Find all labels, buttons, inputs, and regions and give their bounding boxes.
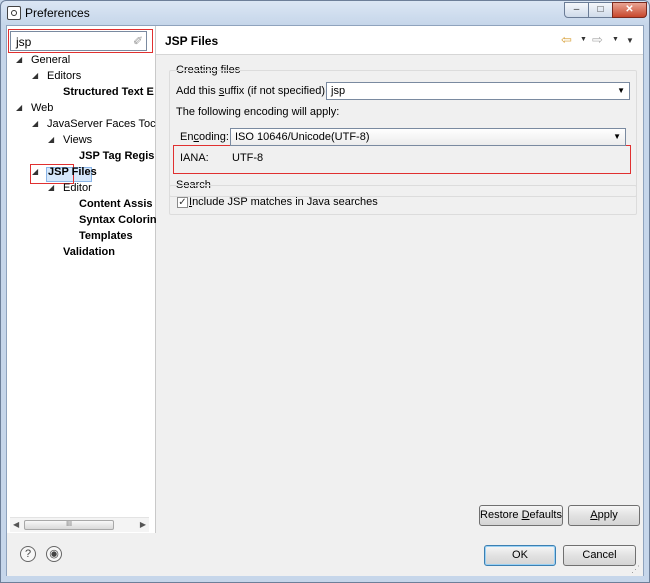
maximize-button[interactable]: □: [588, 2, 613, 18]
scroll-left-icon[interactable]: ◀: [13, 520, 19, 529]
preferences-window: Preferences – □ ✕ jsp ✐ ◢ General ◢ Edit…: [0, 0, 650, 583]
page-title: JSP Files: [165, 34, 219, 48]
back-arrow-icon[interactable]: ⇦: [561, 32, 572, 48]
tree-item-syntax-coloring[interactable]: Syntax Colorin: [79, 212, 157, 228]
tree-item-label: JSP Files: [48, 166, 97, 178]
collapse-arrow-icon[interactable]: ◢: [32, 116, 40, 132]
tree-item-validation[interactable]: Validation: [63, 244, 115, 260]
filter-value: jsp: [16, 35, 32, 49]
tree-item-content-assist[interactable]: Content Assis: [79, 196, 153, 212]
cancel-button[interactable]: Cancel: [563, 545, 636, 566]
suffix-combo[interactable]: jsp ▼: [326, 82, 630, 100]
collapse-arrow-icon[interactable]: ◢: [32, 164, 40, 180]
page-header: JSP Files ⇦ ▼ ⇨ ▼ ▼: [156, 26, 643, 55]
tree-item-label: Editor: [63, 182, 92, 194]
ok-button[interactable]: OK: [484, 545, 556, 566]
combo-dropdown-icon[interactable]: ▼: [613, 129, 621, 145]
tree-item-label: Views: [63, 134, 93, 146]
dialog-footer: ? ◉ OK Cancel ⋰: [7, 533, 643, 576]
import-export-icon[interactable]: ◉: [46, 546, 62, 562]
encoding-value: ISO 10646/Unicode(UTF-8): [235, 131, 370, 143]
include-jsp-label[interactable]: Include JSP matches in Java searches: [189, 196, 378, 208]
window-title: Preferences: [25, 6, 90, 20]
tree-item-label: General: [31, 54, 71, 66]
tree-item-label: JavaServer Faces Toc: [47, 118, 156, 130]
scrollbar-thumb[interactable]: III: [24, 520, 114, 530]
tree-item-templates[interactable]: Templates: [79, 228, 133, 244]
include-jsp-checkbox[interactable]: ✓: [177, 197, 188, 208]
encoding-combo[interactable]: ISO 10646/Unicode(UTF-8) ▼: [230, 128, 626, 146]
scroll-right-icon[interactable]: ▶: [140, 520, 146, 529]
collapse-arrow-icon[interactable]: ◢: [48, 180, 56, 196]
collapse-arrow-icon[interactable]: ◢: [16, 52, 24, 68]
view-menu-icon[interactable]: ▼: [626, 36, 634, 45]
collapse-arrow-icon[interactable]: ◢: [32, 68, 40, 84]
collapse-arrow-icon[interactable]: ◢: [48, 132, 56, 148]
apply-button[interactable]: Apply: [568, 505, 640, 526]
collapse-arrow-icon[interactable]: ◢: [16, 100, 24, 116]
clear-filter-icon[interactable]: ✐: [133, 34, 143, 48]
horizontal-scrollbar[interactable]: ◀ III ▶: [10, 517, 149, 532]
help-icon[interactable]: ?: [20, 546, 36, 562]
resize-grip-icon[interactable]: ⋰: [631, 564, 641, 574]
forward-dropdown-icon[interactable]: ▼: [612, 36, 619, 43]
back-dropdown-icon[interactable]: ▼: [580, 36, 587, 43]
dialog-client-area: jsp ✐ ◢ General ◢ Editors Structured Tex…: [6, 25, 644, 576]
combo-dropdown-icon[interactable]: ▼: [617, 83, 625, 99]
preference-tree-panel: jsp ✐ ◢ General ◢ Editors Structured Tex…: [7, 26, 157, 533]
suffix-label: Add this suffix (if not specified):: [176, 85, 329, 97]
filter-input[interactable]: jsp ✐: [10, 31, 147, 51]
minimize-button[interactable]: –: [564, 2, 589, 18]
forward-arrow-icon[interactable]: ⇨: [592, 32, 603, 48]
iana-value: UTF-8: [232, 152, 264, 164]
restore-defaults-button[interactable]: Restore Defaults: [479, 505, 563, 526]
tree-item-label: Web: [31, 102, 54, 114]
close-button[interactable]: ✕: [612, 2, 647, 18]
title-bar[interactable]: Preferences – □ ✕: [1, 1, 649, 25]
app-icon: [7, 6, 21, 20]
suffix-value: jsp: [331, 85, 346, 97]
iana-label: IANA:: [180, 152, 209, 164]
encoding-label: Encoding:: [180, 131, 229, 143]
tree-item-jsp-tag-registry[interactable]: JSP Tag Regis: [79, 148, 154, 164]
tree-item-label: Editors: [47, 70, 82, 82]
preference-page: JSP Files ⇦ ▼ ⇨ ▼ ▼ Creating files Add t…: [156, 26, 643, 533]
encoding-note: The following encoding will apply:: [176, 106, 340, 118]
tree-item-structured-text[interactable]: Structured Text E: [63, 84, 154, 100]
